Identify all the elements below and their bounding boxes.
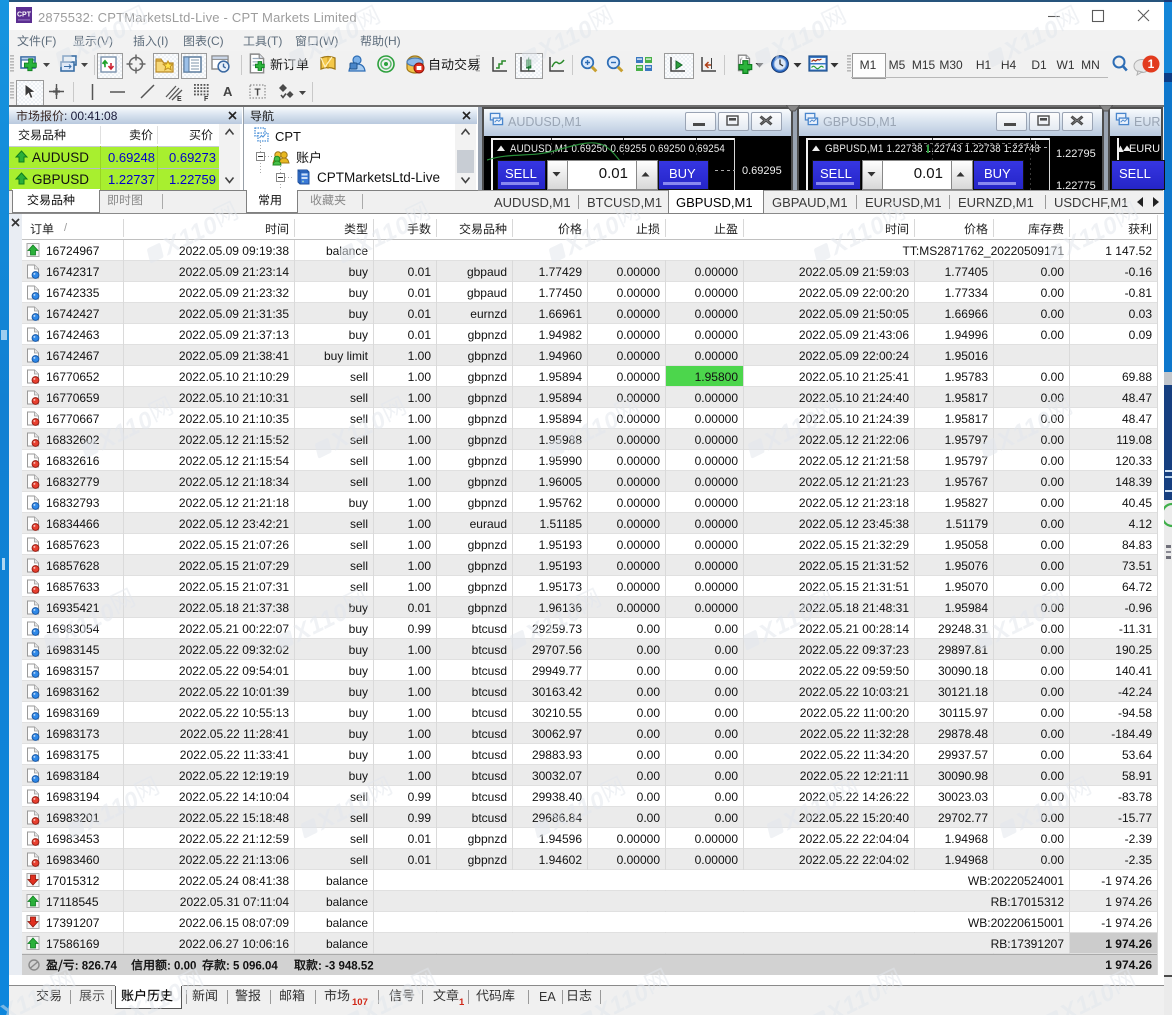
svg-text:CPT: CPT (17, 12, 32, 19)
svg-text:F: F (204, 96, 209, 102)
svg-text:E: E (177, 96, 182, 102)
svg-text:T: T (254, 88, 260, 99)
svg-text:1: 1 (1148, 57, 1155, 71)
